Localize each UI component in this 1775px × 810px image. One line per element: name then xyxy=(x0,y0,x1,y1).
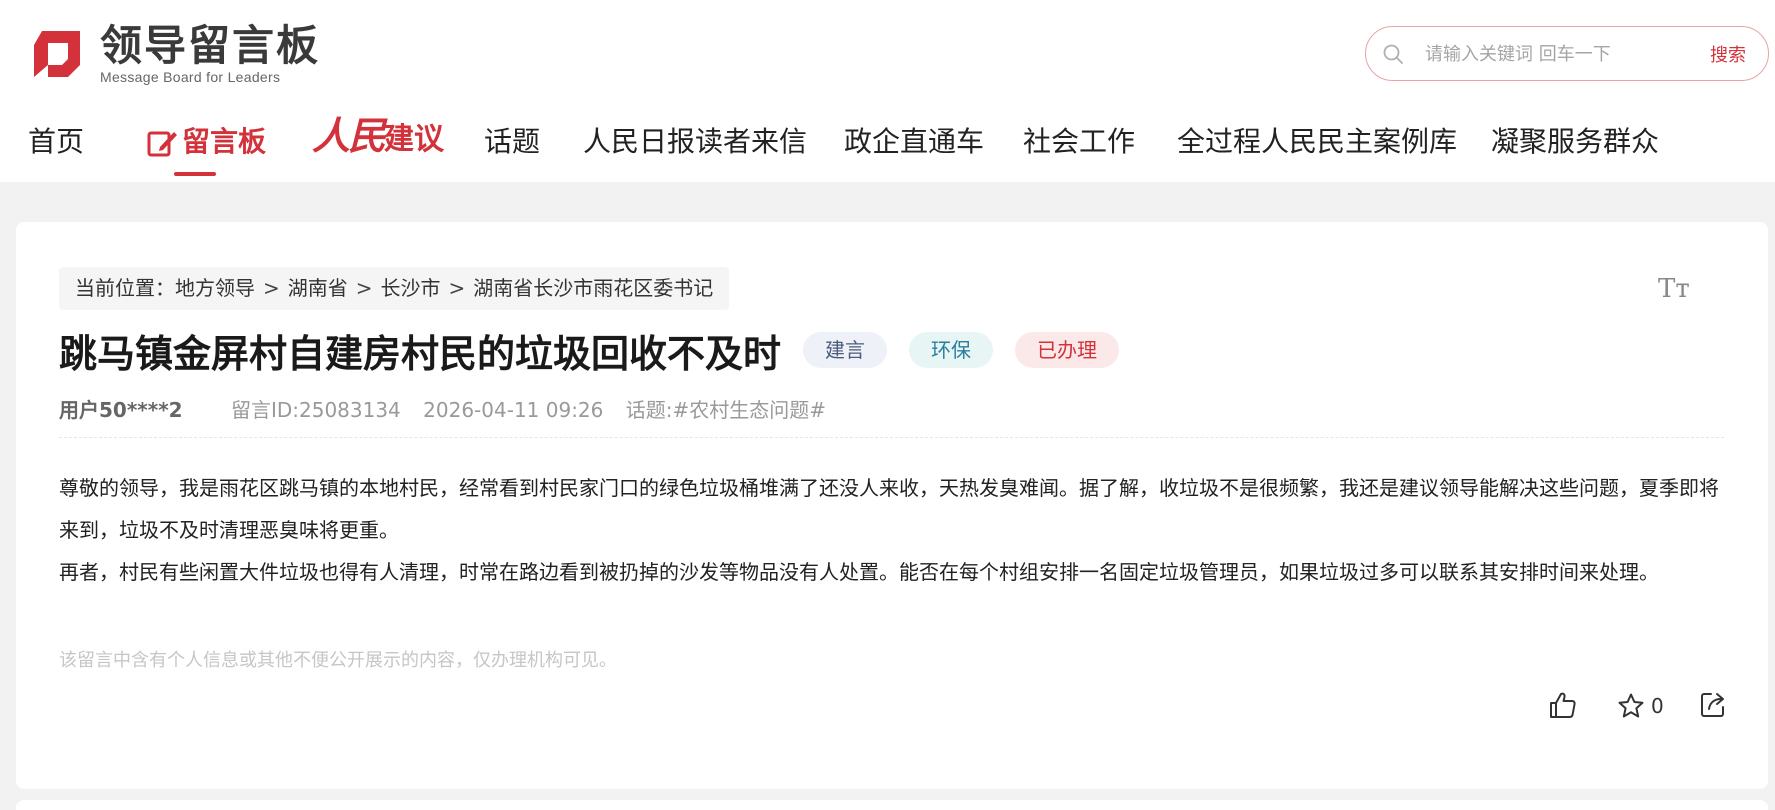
active-nav-indicator xyxy=(174,172,216,176)
topic-link[interactable]: #农村生态问题# xyxy=(673,398,827,422)
nav-serve-people[interactable]: 凝聚服务群众 xyxy=(1491,118,1659,166)
breadcrumb-prefix: 当前位置： xyxy=(75,276,175,300)
renmin-logo-text: 人民 xyxy=(312,113,386,158)
nav-message-board-label: 留言板 xyxy=(182,125,267,158)
breadcrumb-item[interactable]: 地方领导 xyxy=(175,276,255,300)
site-logo[interactable]: 领导留言板 Message Board for Leaders xyxy=(28,21,321,85)
nav-gov-enterprise[interactable]: 政企直通车 xyxy=(844,118,984,166)
author-name: 用户50****2 xyxy=(59,398,183,422)
search-icon xyxy=(1383,44,1403,64)
message-datetime: 2026-04-11 09:26 xyxy=(423,398,604,422)
nav-democracy-cases[interactable]: 全过程人民民主案例库 xyxy=(1177,118,1457,166)
content-paragraph: 再者，村民有些闲置大件垃圾也得有人清理，时常在路边看到被扔掉的沙发等物品没有人处… xyxy=(59,560,1659,584)
site-header: 领导留言板 Message Board for Leaders 搜索 首页 留言… xyxy=(0,0,1775,182)
next-card-edge xyxy=(16,800,1768,810)
search-button[interactable]: 搜索 xyxy=(1710,41,1746,67)
logo-title: 领导留言板 xyxy=(100,21,321,70)
breadcrumb-separator: > xyxy=(263,276,280,300)
jianyi-label: 建议 xyxy=(384,122,445,157)
field-tag: 环保 xyxy=(909,332,994,368)
nav-home[interactable]: 首页 xyxy=(28,118,84,166)
breadcrumb-separator: > xyxy=(448,276,466,300)
main-nav: 首页 留言板 人民建议 话题 人民日报读者来信 政企直通车 社会工作 全过程人民… xyxy=(0,113,1775,182)
topic-label: 话题: xyxy=(625,398,673,422)
breadcrumb-item-current[interactable]: 湖南省长沙市雨花区委书记 xyxy=(473,276,713,300)
share-button[interactable] xyxy=(1699,690,1727,722)
logo-subtitle: Message Board for Leaders xyxy=(100,69,281,85)
breadcrumb-separator: > xyxy=(355,276,373,300)
meta-divider xyxy=(59,437,1724,438)
breadcrumb-item[interactable]: 长沙市 xyxy=(381,276,441,300)
search-input[interactable] xyxy=(1425,39,1705,69)
message-content: 尊敬的领导，我是雨花区跳马镇的本地村民，经常看到村民家门口的绿色垃圾桶堆满了还没… xyxy=(59,467,1727,593)
message-title: 跳马镇金屏村自建房村民的垃圾回收不及时 xyxy=(59,331,782,376)
message-meta: 用户50****2 留言ID:25083134 2026-04-11 09:26… xyxy=(59,394,826,423)
favorite-count: 0 xyxy=(1651,694,1664,718)
like-button[interactable] xyxy=(1548,690,1578,722)
nav-message-board[interactable]: 留言板 xyxy=(146,118,266,166)
thumbs-up-icon xyxy=(1550,692,1576,718)
message-id: 留言ID:25083134 xyxy=(230,398,401,422)
nav-social-work[interactable]: 社会工作 xyxy=(1023,118,1135,166)
share-icon xyxy=(1701,693,1724,717)
category-tag: 建言 xyxy=(803,332,888,368)
font-size-toggle[interactable]: Tт xyxy=(1658,274,1690,304)
search-box: 搜索 xyxy=(1365,26,1769,81)
logo-mark-icon xyxy=(34,31,80,77)
nav-topics[interactable]: 话题 xyxy=(484,118,540,166)
star-icon xyxy=(1618,693,1644,718)
breadcrumb: 当前位置：地方领导 > 湖南省 > 长沙市 > 湖南省长沙市雨花区委书记 xyxy=(59,267,730,310)
message-card: 当前位置：地方领导 > 湖南省 > 长沙市 > 湖南省长沙市雨花区委书记 Tт 跳马镇金屏村… xyxy=(16,222,1768,789)
nav-readers-letters[interactable]: 人民日报读者来信 xyxy=(583,118,807,166)
status-badge: 已办理 xyxy=(1015,332,1120,368)
content-paragraph: 尊敬的领导，我是雨花区跳马镇的本地村民，经常看到村民家门口的绿色垃圾桶堆满了还没… xyxy=(59,476,1719,542)
breadcrumb-item[interactable]: 湖南省 xyxy=(288,276,348,300)
privacy-notice: 该留言中含有个人信息或其他不便公开展示的内容，仅办理机构可见。 xyxy=(59,650,617,671)
favorite-button[interactable]: 0 xyxy=(1617,690,1664,722)
edit-icon xyxy=(147,131,177,157)
title-row: 跳马镇金屏村自建房村民的垃圾回收不及时 建言 环保 已办理 xyxy=(59,322,1120,378)
nav-renmin-jianyi[interactable]: 人民建议 xyxy=(312,112,444,164)
